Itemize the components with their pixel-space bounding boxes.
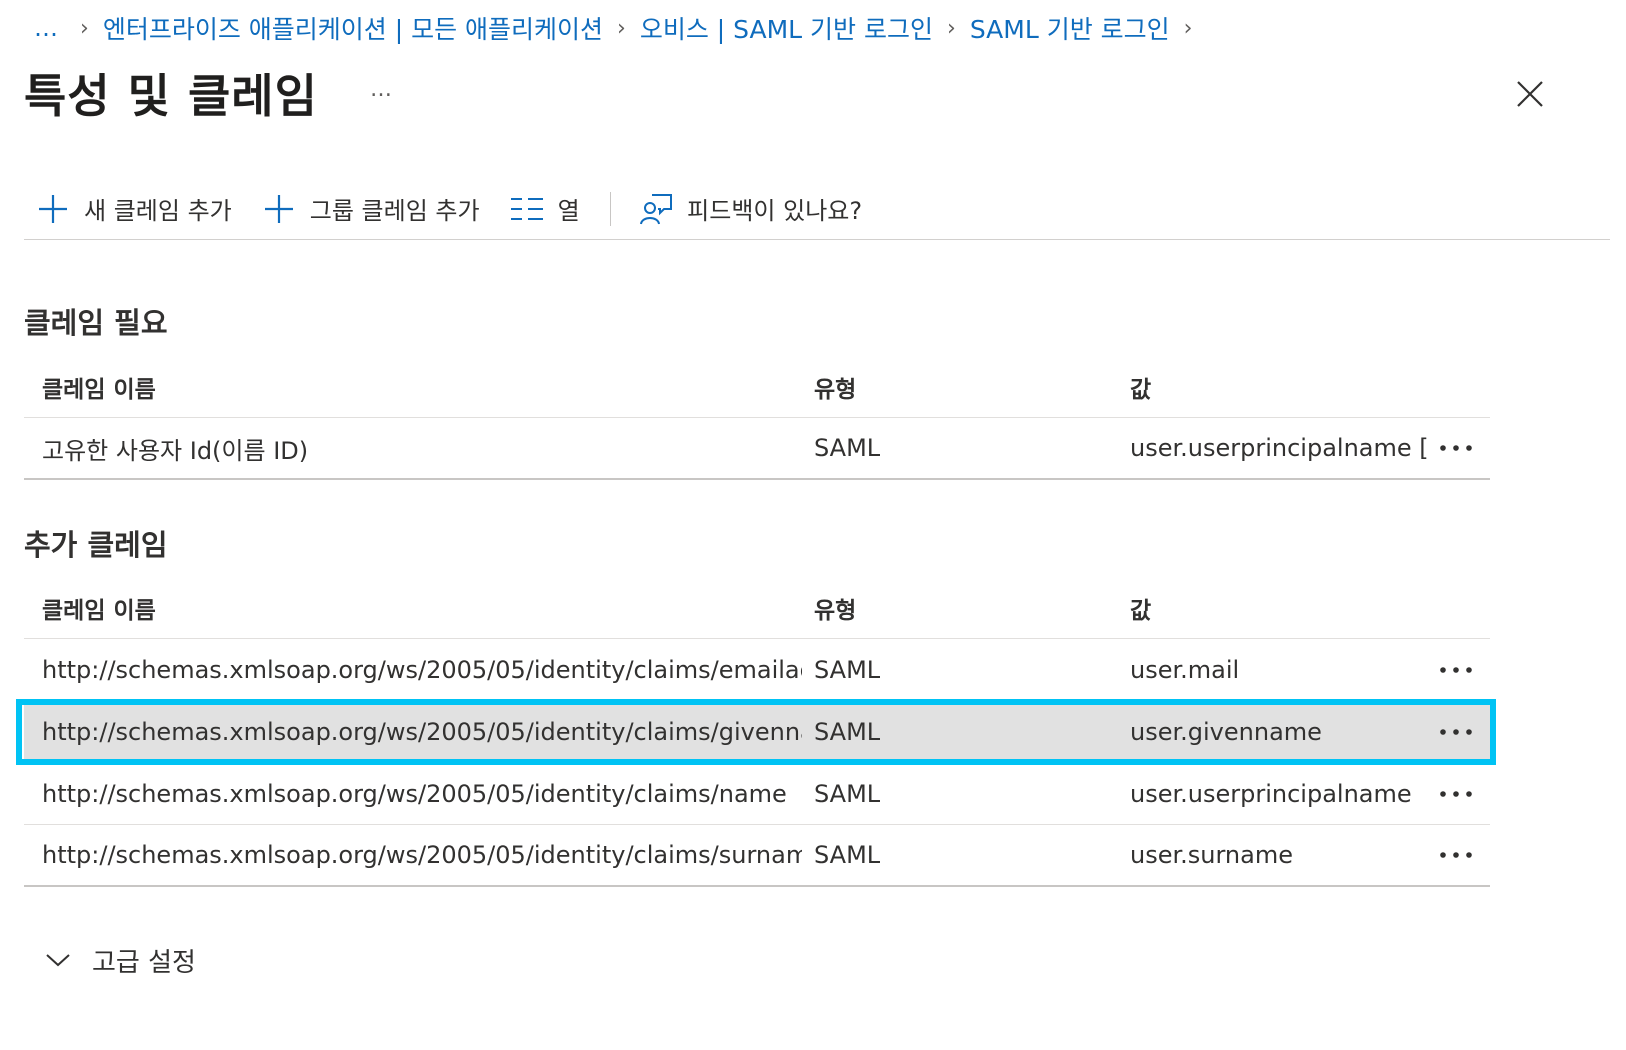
header-value: 값	[1130, 376, 1152, 403]
table-header: 클레임 이름 유형 값	[24, 577, 1490, 639]
chevron-right-icon: ›	[80, 15, 89, 41]
header-type: 유형	[814, 376, 857, 403]
claim-type-cell: SAML	[814, 841, 881, 869]
advanced-settings-toggle[interactable]: 고급 설정	[44, 936, 196, 984]
claim-value-cell: user.mail	[1130, 655, 1240, 684]
page-title: 특성 및 클레임	[24, 69, 318, 123]
more-horizontal-icon	[1440, 790, 1472, 797]
table-row[interactable]: 고유한 사용자 Id(이름 ID) SAML user.userprincipa…	[24, 418, 1490, 480]
header-type: 유형	[814, 597, 857, 624]
row-more-button[interactable]	[1434, 648, 1478, 692]
close-icon	[1517, 81, 1543, 107]
columns-icon	[510, 192, 544, 226]
chevron-down-icon	[44, 946, 72, 974]
required-claim-title: 클레임 필요	[24, 306, 168, 340]
row-more-button[interactable]	[1434, 710, 1478, 754]
table-row[interactable]: http://schemas.xmlsoap.org/ws/2005/05/id…	[24, 763, 1490, 825]
additional-claims-title: 추가 클레임	[24, 528, 168, 562]
claim-name-cell: http://schemas.xmlsoap.org/ws/2005/05/id…	[42, 655, 802, 684]
plus-icon	[36, 192, 70, 226]
breadcrumb-item-enterprise-apps[interactable]: 엔터프라이즈 애플리케이션 | 모든 애플리케이션	[103, 10, 603, 46]
more-horizontal-icon	[1440, 728, 1472, 735]
claim-value-cell: user.surname	[1130, 841, 1293, 869]
row-more-button[interactable]	[1434, 772, 1478, 816]
more-horizontal-icon	[1440, 852, 1472, 858]
add-group-claim-button[interactable]: 그룹 클레임 추가	[262, 187, 480, 231]
claim-name-cell: http://schemas.xmlsoap.org/ws/2005/05/id…	[42, 717, 802, 746]
add-group-claim-label: 그룹 클레임 추가	[309, 197, 480, 225]
chevron-right-icon: ›	[617, 15, 626, 41]
feedback-label: 피드백이 있나요?	[687, 197, 863, 225]
claim-name-cell: http://schemas.xmlsoap.org/ws/2005/05/id…	[42, 841, 802, 869]
advanced-settings-label: 고급 설정	[92, 947, 196, 978]
header-claim-name: 클레임 이름	[42, 597, 156, 624]
more-horizontal-icon	[1440, 666, 1472, 673]
command-bar: 새 클레임 추가 그룹 클레임 추가 열 피드백이 있나요?	[24, 178, 1610, 240]
add-new-claim-label: 새 클레임 추가	[84, 197, 232, 225]
breadcrumb: … › 엔터프라이즈 애플리케이션 | 모든 애플리케이션 › 오비스 | SA…	[34, 8, 1206, 48]
table-header: 클레임 이름 유형 값	[24, 356, 1490, 418]
claim-type-cell: SAML	[814, 717, 881, 746]
columns-label: 열	[557, 197, 580, 225]
row-more-button[interactable]	[1434, 426, 1478, 470]
breadcrumb-item-saml-login[interactable]: SAML 기반 로그인	[970, 10, 1170, 46]
claim-value-cell: user.userprincipalname [...	[1130, 434, 1430, 462]
required-claim-table: 클레임 이름 유형 값 고유한 사용자 Id(이름 ID) SAML user.…	[24, 356, 1490, 480]
breadcrumb-item-app-saml[interactable]: 오비스 | SAML 기반 로그인	[640, 10, 933, 46]
plus-icon	[262, 192, 296, 226]
more-horizontal-icon	[1440, 445, 1472, 451]
table-row[interactable]: http://schemas.xmlsoap.org/ws/2005/05/id…	[24, 639, 1490, 701]
add-new-claim-button[interactable]: 새 클레임 추가	[36, 187, 232, 231]
title-more-button[interactable]: …	[370, 77, 394, 102]
header-claim-name: 클레임 이름	[42, 376, 156, 403]
claim-type-cell: SAML	[814, 779, 881, 808]
claim-value-cell: user.userprincipalname	[1130, 779, 1412, 808]
toolbar-divider	[609, 191, 612, 226]
claim-name-cell: http://schemas.xmlsoap.org/ws/2005/05/id…	[42, 779, 787, 808]
claim-type-cell: SAML	[814, 655, 881, 684]
additional-claims-table: 클레임 이름 유형 값 http://schemas.xmlsoap.org/w…	[16, 577, 1496, 887]
close-button[interactable]	[1512, 76, 1548, 112]
table-row-selected[interactable]: http://schemas.xmlsoap.org/ws/2005/05/id…	[16, 699, 1496, 765]
header-value: 값	[1130, 597, 1152, 624]
feedback-button[interactable]: 피드백이 있나요?	[639, 187, 862, 231]
title-row: 특성 및 클레임 …	[24, 58, 394, 128]
feedback-person-icon	[639, 192, 673, 226]
row-more-button[interactable]	[1434, 833, 1478, 877]
chevron-right-icon: ›	[1183, 15, 1193, 41]
breadcrumb-more-button[interactable]: …	[34, 14, 60, 42]
claim-value-cell: user.givenname	[1130, 717, 1322, 746]
table-row[interactable]: http://schemas.xmlsoap.org/ws/2005/05/id…	[24, 825, 1490, 887]
claim-name-cell: 고유한 사용자 Id(이름 ID)	[42, 436, 309, 465]
chevron-right-icon: ›	[947, 15, 956, 41]
columns-button[interactable]: 열	[510, 187, 580, 231]
claim-type-cell: SAML	[814, 434, 881, 462]
